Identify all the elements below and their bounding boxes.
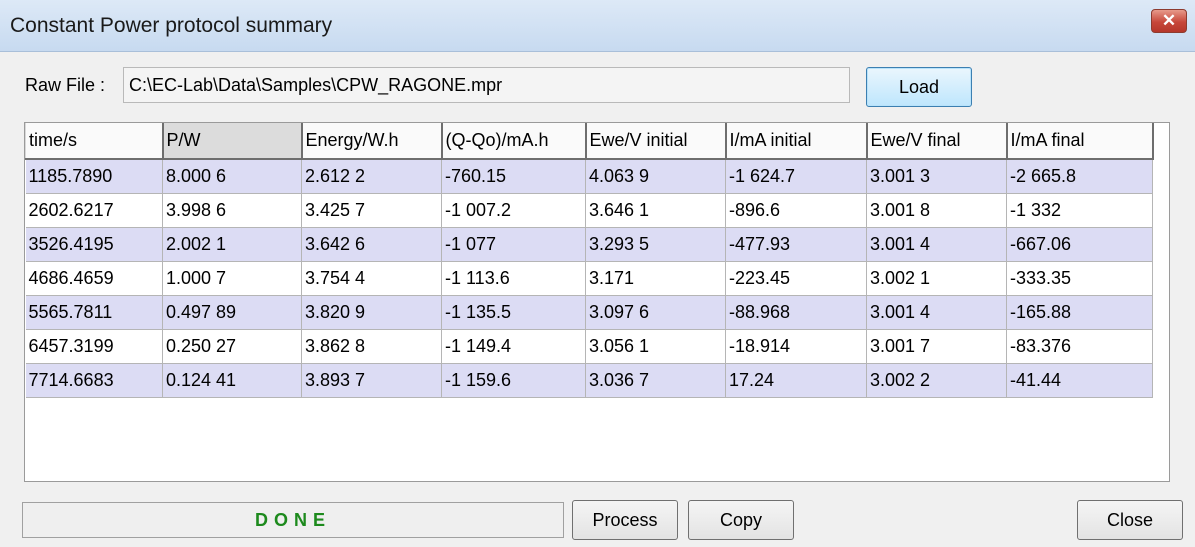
table-cell: -1 332 — [1006, 193, 1153, 228]
table-cell: -1 135.5 — [441, 295, 586, 330]
table-cell: -760.15 — [441, 159, 586, 194]
raw-file-path-field[interactable]: C:\EC-Lab\Data\Samples\CPW_RAGONE.mpr — [123, 67, 850, 103]
close-button[interactable]: Close — [1077, 500, 1183, 540]
table-row[interactable]: 5565.7811 0.497 89 3.820 9 -1 135.5 3.097 6-… — [25, 295, 1153, 330]
table-cell: 3.646 1 — [585, 193, 726, 228]
table-cell: 3.171 — [585, 261, 726, 296]
table-cell: 3.425 7 — [301, 193, 442, 228]
raw-file-label: Raw File : — [25, 75, 106, 95]
column-header[interactable]: I/mA initial — [725, 123, 868, 160]
table-cell: 3.642 6 — [301, 227, 442, 262]
table-cell: 5565.7811 — [25, 295, 163, 330]
table-cell: 1185.7890 — [25, 159, 163, 194]
table-row[interactable]: 3526.4195 2.002 1 3.642 6 -1 077 3.293 5 -477… — [25, 227, 1153, 262]
table-cell: -88.968 — [725, 295, 867, 330]
table-row[interactable]: 1185.7890 8.000 6 2.612 2 -760.15 4.063 9 -1 … — [25, 159, 1153, 194]
table-cell: -477.93 — [725, 227, 867, 262]
title-bar: Constant Power protocol summary ✕ — [0, 0, 1195, 52]
status-indicator: DONE — [22, 502, 564, 538]
table-cell: -333.35 — [1006, 261, 1153, 296]
table-cell: 7714.6683 — [25, 363, 163, 398]
table-cell: 3.097 6 — [585, 295, 726, 330]
process-button[interactable]: Process — [572, 500, 678, 540]
copy-button[interactable]: Copy — [688, 500, 794, 540]
table-cell: 3.820 9 — [301, 295, 442, 330]
column-header[interactable]: P/W — [162, 123, 303, 160]
table-cell: 4.063 9 — [585, 159, 726, 194]
table-cell: 6457.3199 — [25, 329, 163, 364]
table-cell: 2.612 2 — [301, 159, 442, 194]
table-cell: 8.000 6 — [162, 159, 302, 194]
close-x-icon[interactable]: ✕ — [1151, 9, 1187, 33]
table-row[interactable]: 7714.6683 0.124 41 3.893 7 -1 159.6 3.036 71… — [25, 363, 1153, 398]
table-cell: -896.6 — [725, 193, 867, 228]
table-cell: -1 007.2 — [441, 193, 586, 228]
table-cell: -1 113.6 — [441, 261, 586, 296]
table-cell: 0.250 27 — [162, 329, 302, 364]
table-cell: 0.124 41 — [162, 363, 302, 398]
table-cell: -667.06 — [1006, 227, 1153, 262]
table-cell: 3.001 4 — [866, 295, 1007, 330]
table-cell: 3.893 7 — [301, 363, 442, 398]
summary-table: time/s P/W Energy/W.h (Q-Qo)/mA.h Ewe/V init… — [25, 123, 1154, 398]
table-cell: 3.036 7 — [585, 363, 726, 398]
load-button[interactable]: Load — [866, 67, 972, 107]
table-header-row: time/s P/W Energy/W.h (Q-Qo)/mA.h Ewe/V init… — [25, 123, 1154, 160]
table-cell: 4686.4659 — [25, 261, 163, 296]
table-cell: 3.754 4 — [301, 261, 442, 296]
table-cell: 3526.4195 — [25, 227, 163, 262]
table-cell: 1.000 7 — [162, 261, 302, 296]
table-cell: -18.914 — [725, 329, 867, 364]
table-row[interactable]: 4686.4659 1.000 7 3.754 4 -1 113.6 3.171 -223… — [25, 261, 1153, 296]
table-cell: -1 077 — [441, 227, 586, 262]
table-cell: 2602.6217 — [25, 193, 163, 228]
table-cell: 3.001 3 — [866, 159, 1007, 194]
table-cell: 3.293 5 — [585, 227, 726, 262]
table-row[interactable]: 2602.6217 3.998 6 3.425 7 -1 007.2 3.646 1 -8… — [25, 193, 1153, 228]
table-cell: 3.001 7 — [866, 329, 1007, 364]
table-body: 1185.7890 8.000 6 2.612 2 -760.15 4.063 9 -1 … — [25, 159, 1153, 398]
table-cell: 17.24 — [725, 363, 867, 398]
column-header[interactable]: time/s — [25, 123, 164, 160]
table-cell: 3.001 4 — [866, 227, 1007, 262]
table-cell: -165.88 — [1006, 295, 1153, 330]
table-cell: 3.998 6 — [162, 193, 302, 228]
table-cell: -1 624.7 — [725, 159, 867, 194]
table-cell: 0.497 89 — [162, 295, 302, 330]
column-header[interactable]: Energy/W.h — [301, 123, 443, 160]
table-row[interactable]: 6457.3199 0.250 27 3.862 8 -1 149.4 3.056 1-… — [25, 329, 1153, 364]
table-cell: -83.376 — [1006, 329, 1153, 364]
table-cell: -223.45 — [725, 261, 867, 296]
table-cell: 3.862 8 — [301, 329, 442, 364]
table-cell: -1 159.6 — [441, 363, 586, 398]
column-header[interactable]: I/mA final — [1006, 123, 1154, 160]
table-cell: 3.002 1 — [866, 261, 1007, 296]
table-cell: -41.44 — [1006, 363, 1153, 398]
table-cell: -2 665.8 — [1006, 159, 1153, 194]
table-cell: 3.056 1 — [585, 329, 726, 364]
table-cell: 3.002 2 — [866, 363, 1007, 398]
table-cell: 2.002 1 — [162, 227, 302, 262]
column-header[interactable]: Ewe/V initial — [585, 123, 727, 160]
column-header[interactable]: Ewe/V final — [866, 123, 1008, 160]
column-header[interactable]: (Q-Qo)/mA.h — [441, 123, 587, 160]
summary-table-container[interactable]: time/s P/W Energy/W.h (Q-Qo)/mA.h Ewe/V init… — [24, 122, 1170, 482]
table-cell: -1 149.4 — [441, 329, 586, 364]
table-cell: 3.001 8 — [866, 193, 1007, 228]
window-title: Constant Power protocol summary — [10, 14, 333, 37]
